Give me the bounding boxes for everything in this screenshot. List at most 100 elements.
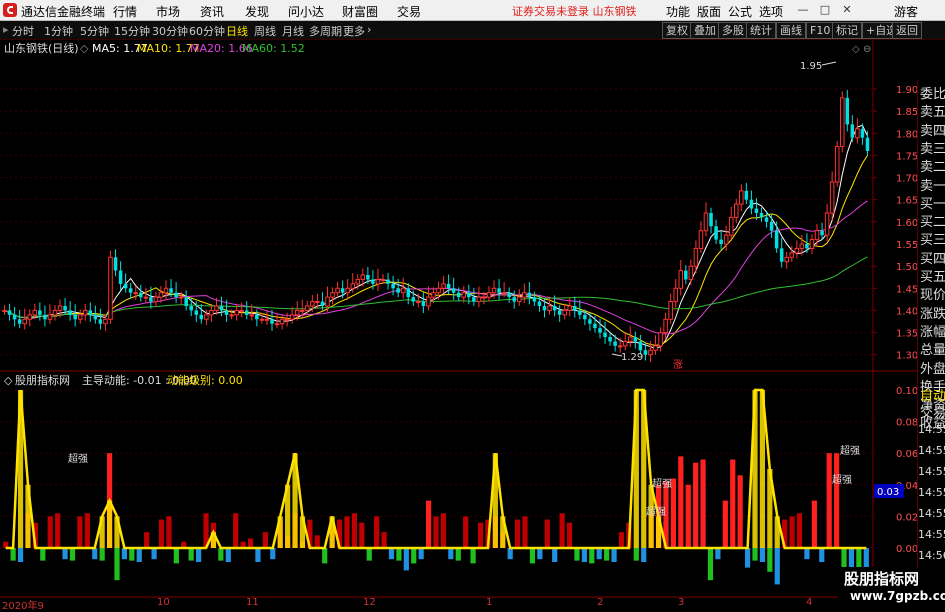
toolbar-f10-button[interactable]: F10: [806, 22, 835, 39]
candle-body-down: [63, 306, 67, 311]
candle-body-down: [472, 297, 476, 302]
restore-icon[interactable]: □: [819, 4, 831, 16]
candle-body-down: [542, 306, 547, 311]
candle-body-down: [189, 306, 194, 311]
candle-body-down: [174, 292, 178, 298]
indicator-bar: [448, 548, 454, 560]
minimize-icon[interactable]: —: [797, 4, 809, 16]
candle-body-up: [734, 203, 739, 218]
candle-body-up: [249, 314, 255, 317]
candle-body-up: [204, 314, 209, 320]
candle-body-down: [573, 306, 577, 311]
period-30min[interactable]: 30分钟: [152, 23, 188, 39]
menu-item-wealth[interactable]: 财富圈: [342, 3, 378, 20]
indicator-bar: [463, 516, 469, 548]
candle-body-down: [583, 314, 587, 320]
indicator-bar: [529, 548, 536, 564]
indicator-bar: [173, 548, 179, 564]
period-arrow-icon[interactable]: ▸: [3, 23, 9, 36]
login-notice[interactable]: 证券交易未登录 山东钢铁: [512, 3, 637, 19]
candle-body-down: [512, 297, 516, 302]
indicator-bar: [789, 516, 795, 548]
period-intraday[interactable]: 分时: [12, 23, 34, 39]
indicator-bar: [196, 548, 202, 562]
menu-function[interactable]: 功能: [666, 3, 690, 20]
candle-body-up: [83, 309, 88, 316]
toolbar-adjust-button[interactable]: 复权: [662, 22, 692, 39]
toolbar-multistock-button[interactable]: 多股: [718, 22, 748, 39]
price-tick-label: 1.50: [896, 262, 917, 273]
indicator-bar: [77, 516, 83, 548]
period-daily[interactable]: 日线: [226, 23, 248, 39]
price-tick-label: 1.65: [896, 196, 917, 207]
candle-body-up: [436, 287, 441, 294]
strength-bar: [106, 500, 113, 548]
indicator-toggle-icon[interactable]: ◇: [4, 374, 13, 387]
menu-formula[interactable]: 公式: [728, 3, 752, 20]
menu-options[interactable]: 选项: [759, 3, 783, 20]
candle-body-down: [805, 244, 809, 249]
candle-body-up: [688, 265, 694, 280]
period-5min[interactable]: 5分钟: [80, 23, 109, 39]
indicator-bar: [759, 548, 766, 562]
period-monthly[interactable]: 月线: [282, 23, 304, 39]
candle-body-up: [234, 309, 239, 316]
ma-toggle-icon[interactable]: ◇: [80, 42, 89, 55]
period-weekly[interactable]: 周线: [254, 23, 276, 39]
menu-item-trade[interactable]: 交易: [397, 3, 421, 20]
period-1min[interactable]: 1分钟: [44, 23, 73, 39]
indicator-bar: [121, 548, 128, 560]
candle-body-up: [517, 296, 522, 303]
period-more[interactable]: 更多: [343, 23, 365, 39]
sub-tick-label: 0.06: [896, 449, 917, 460]
side-field: 卖三: [920, 141, 945, 157]
guest-label[interactable]: 游客: [894, 3, 918, 20]
price-tick-label: 1.40: [896, 306, 917, 317]
indicator-bar: [144, 532, 150, 548]
menu-item-ask[interactable]: 问小达: [288, 3, 324, 20]
menu-item-quotes[interactable]: 行情: [113, 3, 137, 20]
indicator-bar: [425, 500, 432, 548]
menu-item-discover[interactable]: 发现: [245, 3, 269, 20]
toolbar-stats-button[interactable]: 统计: [746, 22, 776, 39]
close-icon[interactable]: ✕: [841, 4, 853, 16]
sub-tick-label: 0.00: [896, 544, 917, 555]
candle-body-up: [653, 345, 658, 351]
side-field: 涨幅: [920, 324, 945, 340]
indicator-bar: [322, 548, 328, 564]
period-multi[interactable]: 多周期: [309, 23, 342, 39]
side-sub-field[interactable]: 交易: [920, 402, 945, 421]
candle-body-up: [703, 212, 709, 232]
chevron-right-icon[interactable]: ›: [367, 23, 371, 36]
candle-body-down: [411, 297, 416, 302]
candle-body-up: [300, 309, 305, 312]
period-15min[interactable]: 15分钟: [114, 23, 150, 39]
candle-body-up: [22, 318, 27, 325]
indicator-bar: [396, 548, 402, 561]
toolbar-back-button[interactable]: 返回: [892, 22, 922, 39]
menu-bar: 通达信金融终端 行情 市场 资讯 发现 问小达 财富圈 交易 证券交易未登录 山…: [0, 0, 945, 21]
candle-body-down: [578, 310, 582, 315]
collapse-icon[interactable]: ⊖: [863, 44, 871, 55]
chart-area[interactable]: 1.30 1.35 1.40 1.45 1.50 1.55 1.60 1.65 1.70 1.75…: [0, 40, 945, 609]
candle-body-up: [47, 314, 53, 320]
candle-body-down: [754, 208, 759, 213]
menu-layout[interactable]: 版面: [697, 3, 721, 20]
candle-body-up: [668, 301, 673, 320]
diamond-icon[interactable]: ◇: [852, 44, 860, 55]
toolbar-overlay-button[interactable]: 叠加: [690, 22, 720, 39]
indicator-bar: [262, 532, 268, 548]
candle-body-up: [264, 318, 270, 321]
indicator-bar: [47, 516, 53, 548]
menu-item-market[interactable]: 市场: [156, 3, 180, 20]
period-60min[interactable]: 60分钟: [189, 23, 225, 39]
indicator-bar: [707, 548, 714, 581]
price-tick-label: 1.75: [896, 151, 917, 162]
kline-chart[interactable]: 1.30 1.35 1.40 1.45 1.50 1.55 1.60 1.65 1.70 1.75…: [0, 40, 917, 609]
menu-item-news[interactable]: 资讯: [200, 3, 224, 20]
toolbar-mark-button[interactable]: 标记: [832, 22, 862, 39]
trade-time: 14:55: [918, 507, 945, 520]
trade-time: 14:55: [918, 465, 945, 478]
indicator-bar: [166, 516, 172, 548]
toolbar-draw-button[interactable]: 画线: [776, 22, 806, 39]
